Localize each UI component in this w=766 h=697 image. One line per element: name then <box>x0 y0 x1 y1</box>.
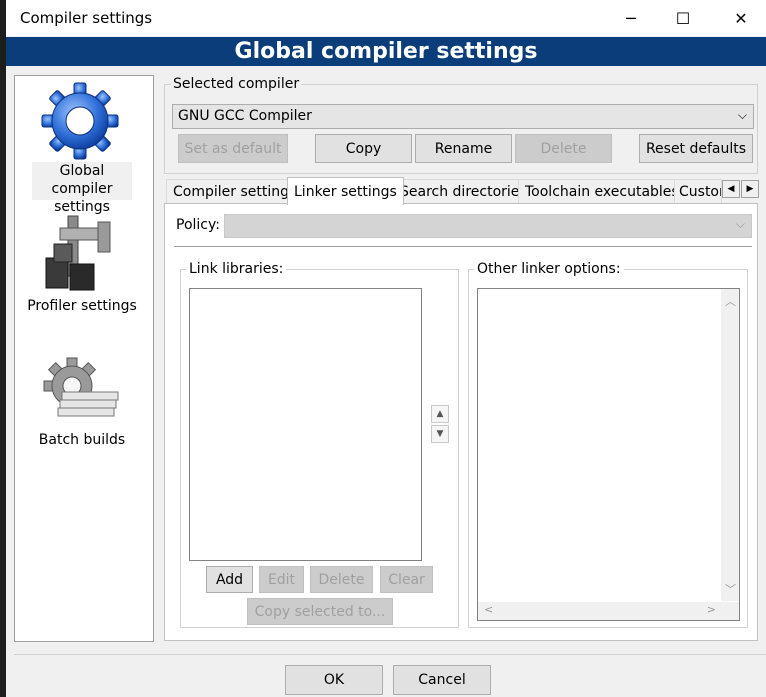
gear-icon <box>36 82 124 160</box>
chevron-down-icon: ⌵ <box>735 217 745 231</box>
other-linker-options-label: Other linker options: <box>474 261 624 277</box>
maximize-icon: ☐ <box>675 8 691 28</box>
move-down-button[interactable]: ▼ <box>431 425 449 443</box>
page-banner: Global compiler settings <box>6 37 766 66</box>
gear-stack-icon <box>42 356 122 422</box>
cancel-button[interactable]: Cancel <box>393 665 491 695</box>
copy-compiler-button[interactable]: Copy <box>315 134 412 163</box>
rename-compiler-button[interactable]: Rename <box>415 134 512 163</box>
delete-compiler-button[interactable]: Delete <box>515 134 612 163</box>
tab-compiler-settings[interactable]: Compiler settings <box>166 179 304 203</box>
minimize-icon: ─ <box>626 8 636 28</box>
close-button[interactable]: ✕ <box>718 0 764 36</box>
footer-divider <box>14 654 766 655</box>
link-libraries-label: Link libraries: <box>186 261 287 277</box>
background-window-edge <box>0 0 6 697</box>
maximize-button[interactable]: ☐ <box>660 0 706 36</box>
delete-library-button[interactable]: Delete <box>310 566 373 593</box>
sidebar-item-global-compiler[interactable]: Global compiler settings <box>32 162 132 215</box>
caliper-profiler-icon <box>42 214 118 292</box>
window-title: Compiler settings <box>20 9 153 27</box>
link-libraries-list[interactable] <box>189 288 422 561</box>
arrow-right-icon: ▶ <box>746 184 754 194</box>
tab-custom[interactable]: Custor <box>674 179 722 203</box>
tab-search-directories[interactable]: Search directories <box>393 179 534 203</box>
arrow-up-icon: ▲ <box>436 409 444 419</box>
arrow-left-icon: ◀ <box>727 184 735 194</box>
title-bar: Compiler settings ─ ☐ ✕ <box>6 0 766 36</box>
scroll-down-icon: ﹀ <box>725 583 736 596</box>
tab-scroll-left-button[interactable]: ◀ <box>722 180 740 198</box>
scroll-left-icon: < <box>484 603 494 616</box>
reset-defaults-button[interactable]: Reset defaults <box>639 134 753 163</box>
sidebar-item-label: Global compiler <box>51 163 113 197</box>
chevron-down-icon: ⌵ <box>737 108 747 122</box>
compiler-select-value: GNU GCC Compiler <box>178 108 312 124</box>
move-up-button[interactable]: ▲ <box>431 405 449 423</box>
vertical-scrollbar[interactable]: ︿ ﹀ <box>721 289 739 601</box>
tab-scroll-right-button[interactable]: ▶ <box>741 180 759 198</box>
scroll-right-icon: > <box>706 603 716 616</box>
sidebar-item-batch-builds[interactable]: Batch builds <box>22 431 142 451</box>
edit-library-button[interactable]: Edit <box>259 566 304 593</box>
policy-label: Policy: <box>176 217 220 233</box>
clear-libraries-button[interactable]: Clear <box>380 566 433 593</box>
set-as-default-button[interactable]: Set as default <box>178 134 288 163</box>
ok-button[interactable]: OK <box>285 665 383 695</box>
sidebar-item-label: Batch builds <box>38 432 126 448</box>
compiler-select[interactable]: GNU GCC Compiler ⌵ <box>172 104 754 129</box>
selected-compiler-label: Selected compiler <box>171 76 302 92</box>
scroll-up-icon: ︿ <box>725 295 736 308</box>
divider <box>174 246 752 247</box>
sidebar-item-profiler[interactable]: Profiler settings <box>22 297 142 317</box>
add-library-button[interactable]: Add <box>206 566 253 593</box>
tab-linker-settings[interactable]: Linker settings <box>287 177 404 205</box>
other-linker-options-textarea[interactable]: ︿ ﹀ < > <box>477 288 740 621</box>
minimize-button[interactable]: ─ <box>608 0 654 36</box>
horizontal-scrollbar[interactable]: < > <box>478 602 722 620</box>
copy-selected-to-button[interactable]: Copy selected to... <box>247 598 393 625</box>
policy-select[interactable]: ⌵ <box>224 214 752 238</box>
tab-toolchain-executables[interactable]: Toolchain executables <box>518 179 686 203</box>
scrollbar-corner <box>721 602 739 620</box>
sidebar-item-label: Profiler settings <box>27 298 137 314</box>
arrow-down-icon: ▼ <box>436 429 444 439</box>
close-icon: ✕ <box>734 8 748 28</box>
